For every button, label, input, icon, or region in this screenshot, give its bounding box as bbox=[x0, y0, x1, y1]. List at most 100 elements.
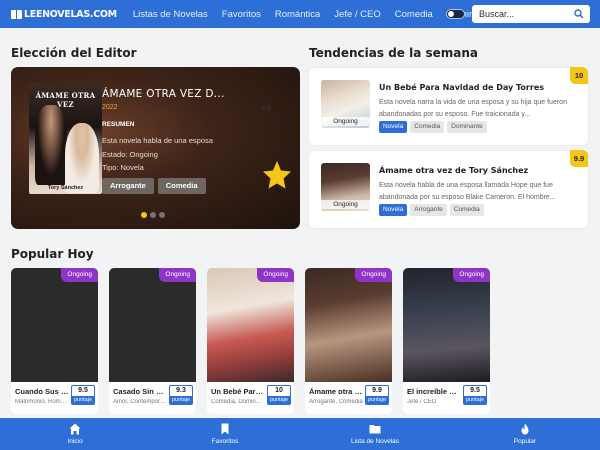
trend-tag[interactable]: Arrogante bbox=[410, 204, 447, 216]
bottom-nav-popular[interactable]: Popular bbox=[475, 418, 575, 450]
nav-link-comedia[interactable]: Comedia bbox=[395, 9, 433, 20]
popular-cover-image[interactable] bbox=[305, 268, 392, 382]
flame-icon bbox=[521, 423, 529, 435]
trend-card[interactable]: Ongoing Un Bebé Para Navidad de Day Torr… bbox=[309, 67, 588, 145]
cover-author: Tory Sánchez bbox=[47, 185, 84, 191]
editor-cover-image[interactable]: ÁMAME OTRA VEZ Tory Sánchez bbox=[29, 83, 102, 194]
trend-tag[interactable]: Novela bbox=[379, 204, 408, 216]
trend-tags: Novela Comedia Dominante bbox=[379, 121, 490, 133]
editor-tag-arrogante[interactable]: Arrogante bbox=[102, 178, 154, 194]
trend-cover-image[interactable]: Ongoing bbox=[321, 163, 370, 211]
carousel-dots bbox=[141, 212, 168, 218]
trend-tag[interactable]: Comedia bbox=[449, 204, 484, 216]
search-icon[interactable] bbox=[574, 9, 584, 19]
popular-genre: Matrimonio, Romance bbox=[15, 399, 69, 405]
trend-title[interactable]: Un Bebé Para Navidad de Day Torres bbox=[379, 83, 544, 92]
editor-year: 2022 bbox=[102, 104, 118, 111]
trend-tag[interactable]: Novela bbox=[379, 121, 408, 133]
editor-score: 9.9 bbox=[260, 103, 272, 112]
editor-section-title: Elección del Editor bbox=[11, 46, 137, 60]
search-input[interactable] bbox=[479, 9, 575, 19]
popular-score: 9.5 bbox=[470, 387, 480, 394]
popular-score-label: puntaje bbox=[366, 396, 388, 404]
star-icon bbox=[263, 161, 291, 189]
popular-section-title: Popular Hoy bbox=[11, 247, 94, 261]
trend-cover-image[interactable]: Ongoing bbox=[321, 80, 370, 128]
dark-mode-toggle[interactable] bbox=[446, 9, 465, 19]
folder-icon bbox=[369, 425, 381, 434]
cover-woman-figure bbox=[65, 123, 99, 193]
editor-resumen-label: RESUMEN bbox=[102, 121, 135, 128]
carousel-dot-1[interactable] bbox=[141, 212, 147, 218]
nav-link-jefe-ceo[interactable]: Jefe / CEO bbox=[334, 9, 380, 20]
carousel-dot-2[interactable] bbox=[150, 212, 156, 218]
popular-score-box: 9.3 puntaje bbox=[169, 385, 193, 405]
site-logo[interactable]: LEENOVELAS.COM bbox=[11, 0, 117, 28]
nav-link-listas[interactable]: Listas de Novelas bbox=[133, 9, 208, 20]
popular-score-label: puntaje bbox=[268, 396, 290, 404]
popular-score-label: puntaje bbox=[170, 396, 192, 404]
popular-card[interactable]: Ongoing Cap 1110 Cuando Sus Lágrimas Mat… bbox=[11, 268, 98, 414]
bottom-nav-label: Popular bbox=[513, 438, 537, 445]
nav-link-romantica[interactable]: Romántica bbox=[275, 9, 320, 20]
trend-status: Ongoing bbox=[321, 200, 370, 209]
ongoing-badge: Ongoing bbox=[61, 268, 98, 282]
bottom-nav-label: Favoritos bbox=[211, 438, 239, 445]
logo-text: LEENOVELAS.COM bbox=[24, 8, 117, 20]
popular-cover-image[interactable] bbox=[11, 268, 98, 382]
trend-card[interactable]: Ongoing Ámame otra vez de Tory Sánchez E… bbox=[309, 150, 588, 228]
popular-score: 9.5 bbox=[78, 387, 88, 394]
editor-tipo: Tipo: Novela bbox=[102, 163, 144, 172]
editor-title[interactable]: ÁMAME OTRA VEZ D... bbox=[102, 88, 225, 100]
popular-card[interactable]: Ongoing Cap 20 El increíble papá Jefe / … bbox=[403, 268, 490, 414]
popular-title[interactable]: Casado Sin Mi Permiso bbox=[113, 387, 167, 396]
top-navbar: LEENOVELAS.COM Listas de Novelas Favorit… bbox=[0, 0, 600, 28]
trend-tag[interactable]: Comedia bbox=[410, 121, 445, 133]
trends-section-title: Tendencias de la semana bbox=[309, 46, 479, 60]
popular-genre: Arrogante, Comedia bbox=[309, 399, 363, 405]
bookmark-icon bbox=[221, 423, 229, 435]
home-icon bbox=[69, 423, 81, 435]
popular-score-box: 9.9 puntaje bbox=[365, 385, 389, 405]
popular-card[interactable]: Ongoing Vol. A solo un paso del amor Cap… bbox=[305, 268, 392, 414]
trend-title[interactable]: Ámame otra vez de Tory Sánchez bbox=[379, 166, 528, 175]
editor-tag-comedia[interactable]: Comedia bbox=[157, 178, 206, 194]
popular-genre: Comedia, Dominante bbox=[211, 399, 265, 405]
popular-score-box: 10 puntaje bbox=[267, 385, 291, 405]
popular-title[interactable]: El increíble papá bbox=[407, 387, 461, 396]
trend-tag[interactable]: Dominante bbox=[447, 121, 487, 133]
bottom-nav-favoritos[interactable]: Favoritos bbox=[175, 418, 275, 450]
cover-man-figure bbox=[35, 105, 67, 185]
popular-title[interactable]: Cuando Sus Lágrimas bbox=[15, 387, 69, 396]
carousel-dot-3[interactable] bbox=[159, 212, 165, 218]
popular-score: 9.3 bbox=[176, 387, 186, 394]
bottom-nav-lista[interactable]: Lista de Novelas bbox=[325, 418, 425, 450]
popular-card[interactable]: Ongoing Cap 413 Casado Sin Mi Permiso Am… bbox=[109, 268, 196, 414]
popular-score: 9.9 bbox=[372, 387, 382, 394]
cover-title: ÁMAME OTRA VEZ bbox=[35, 91, 96, 109]
nav-link-favoritos[interactable]: Favoritos bbox=[222, 9, 261, 20]
editor-estado: Estado: Ongoing bbox=[102, 150, 158, 159]
trend-score-badge: 9.9 bbox=[570, 150, 588, 167]
bottom-nav: Inicio Favoritos Lista de Novelas Popula… bbox=[0, 418, 600, 450]
trend-description: Esta novela habla de una esposa llamada … bbox=[379, 182, 556, 201]
ongoing-badge: Ongoing bbox=[453, 268, 490, 282]
popular-cover-image[interactable] bbox=[109, 268, 196, 382]
popular-card[interactable]: Ongoing Vol. Una Jaula Para La Reina Cap… bbox=[207, 268, 294, 414]
bottom-nav-inicio[interactable]: Inicio bbox=[25, 418, 125, 450]
popular-genre: Amor, Contemporáneo bbox=[113, 399, 167, 405]
popular-cover-image[interactable] bbox=[207, 268, 294, 382]
popular-title[interactable]: Un Bebé Para Navidad bbox=[211, 387, 265, 396]
editor-description: Esta novela habla de una esposa bbox=[102, 136, 213, 145]
toggle-knob bbox=[448, 11, 454, 17]
popular-title[interactable]: Ámame otra vez bbox=[309, 387, 363, 396]
popular-score-label: puntaje bbox=[464, 396, 486, 404]
popular-cover-image[interactable] bbox=[403, 268, 490, 382]
trend-tags: Novela Arrogante Comedia bbox=[379, 204, 487, 216]
search-box bbox=[472, 5, 590, 23]
editor-tags: Arrogante Comedia bbox=[102, 178, 210, 194]
popular-genre: Jefe / CEO bbox=[407, 399, 437, 405]
popular-score-box: 9.5 puntaje bbox=[71, 385, 95, 405]
bottom-nav-label: Lista de Novelas bbox=[350, 438, 400, 445]
book-icon bbox=[11, 9, 22, 19]
